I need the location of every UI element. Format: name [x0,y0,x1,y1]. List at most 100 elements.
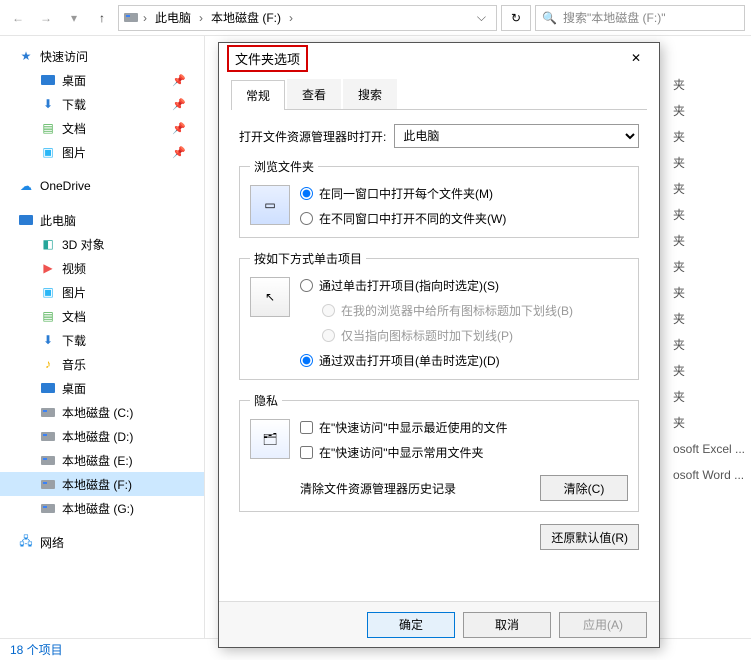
sidebar-item-music[interactable]: ♪音乐 [0,352,204,376]
radio-diff-window[interactable]: 在不同窗口中打开不同的文件夹(W) [300,210,628,227]
sidebar-item-drive-f[interactable]: 本地磁盘 (F:) [0,472,204,496]
drive-icon [40,476,56,492]
list-item[interactable]: 夹 [673,280,745,306]
search-input[interactable]: 🔍 搜索"本地磁盘 (F:)" [535,5,745,31]
clear-history-label: 清除文件资源管理器历史记录 [300,480,456,497]
drive-icon [40,500,56,516]
list-item[interactable]: 夹 [673,332,745,358]
picture-icon: ▣ [40,144,56,160]
clear-button[interactable]: 清除(C) [540,475,628,501]
list-item[interactable]: 夹 [673,202,745,228]
cube-icon: ◧ [40,236,56,252]
document-icon: ▤ [40,120,56,136]
close-button[interactable]: ✕ [621,46,651,70]
music-icon: ♪ [40,356,56,372]
list-item[interactable]: 夹 [673,150,745,176]
nav-up-button[interactable]: ↑ [90,6,114,30]
sidebar-quick-access[interactable]: ★ 快速访问 [0,44,204,68]
sidebar-item-3d[interactable]: ◧3D 对象 [0,232,204,256]
folder-options-dialog: 文件夹选项 ✕ 常规 查看 搜索 打开文件资源管理器时打开: 此电脑 浏览文件夹… [218,42,660,648]
drive-icon [40,452,56,468]
tab-search[interactable]: 搜索 [343,79,397,109]
open-explorer-label: 打开文件资源管理器时打开: [239,128,386,145]
privacy-legend: 隐私 [250,392,282,409]
sidebar-item-drive-g[interactable]: 本地磁盘 (G:) [0,496,204,520]
sidebar-item-desktop2[interactable]: 桌面 [0,376,204,400]
item-count: 18 个项目 [10,641,63,658]
download-icon: ⬇ [40,96,56,112]
nav-forward-button[interactable]: → [34,6,58,30]
cancel-button[interactable]: 取消 [463,612,551,638]
refresh-button[interactable]: ↻ [501,5,531,31]
search-icon: 🔍 [542,11,557,25]
sidebar-item-drive-e[interactable]: 本地磁盘 (E:) [0,448,204,472]
breadcrumb-segment[interactable]: 本地磁盘 (F:) [207,7,285,28]
list-item[interactable]: 夹 [673,228,745,254]
address-bar: ← → ▾ ↑ › 此电脑 › 本地磁盘 (F:) › ⌵ ↻ 🔍 搜索"本地磁… [0,0,751,36]
breadcrumb[interactable]: › 此电脑 › 本地磁盘 (F:) › ⌵ [118,5,497,31]
sidebar-item-downloads2[interactable]: ⬇下载 [0,328,204,352]
check-frequent-folders[interactable]: 在"快速访问"中显示常用文件夹 [300,444,628,461]
list-item[interactable]: 夹 [673,306,745,332]
list-item[interactable]: 夹 [673,98,745,124]
radio-single-click[interactable]: 通过单击打开项目(指向时选定)(S) [300,277,628,294]
sidebar-item-pictures[interactable]: ▣图片📌 [0,140,204,164]
check-recent-files[interactable]: 在"快速访问"中显示最近使用的文件 [300,419,628,436]
list-item[interactable]: 夹 [673,410,745,436]
list-item[interactable]: osoft Excel ... [673,436,745,462]
sidebar-item-drive-d[interactable]: 本地磁盘 (D:) [0,424,204,448]
sidebar-item-documents[interactable]: ▤文档📌 [0,116,204,140]
tab-view[interactable]: 查看 [287,79,341,109]
radio-underline-all: 在我的浏览器中给所有图标标题加下划线(B) [322,302,628,319]
dialog-title: 文件夹选项 [227,45,308,72]
drive-icon [40,404,56,420]
chevron-right-icon: › [287,11,295,25]
pin-icon: 📌 [172,146,186,159]
sidebar-item-documents2[interactable]: ▤文档 [0,304,204,328]
sidebar-item-pictures2[interactable]: ▣图片 [0,280,204,304]
chevron-right-icon: › [141,11,149,25]
list-item[interactable]: 夹 [673,254,745,280]
list-item[interactable]: 夹 [673,72,745,98]
pin-icon: 📌 [172,98,186,111]
list-item[interactable]: 夹 [673,384,745,410]
sidebar-item-drive-c[interactable]: 本地磁盘 (C:) [0,400,204,424]
list-item[interactable]: 夹 [673,124,745,150]
nav-recent-dropdown[interactable]: ▾ [62,6,86,30]
star-icon: ★ [18,48,34,64]
click-group-icon: ↖ [250,277,290,317]
ok-button[interactable]: 确定 [367,612,455,638]
sidebar-network[interactable]: 🖧网络 [0,530,204,554]
sidebar-item-desktop[interactable]: 桌面📌 [0,68,204,92]
list-item[interactable]: 夹 [673,176,745,202]
sidebar-item-downloads[interactable]: ⬇下载📌 [0,92,204,116]
breadcrumb-dropdown[interactable]: ⌵ [471,10,492,25]
list-item[interactable]: 夹 [673,358,745,384]
restore-defaults-button[interactable]: 还原默认值(R) [540,524,639,550]
breadcrumb-segment[interactable]: 此电脑 [151,7,195,28]
browse-folders-group: 浏览文件夹 ▭ 在同一窗口中打开每个文件夹(M) 在不同窗口中打开不同的文件夹(… [239,158,639,238]
download-icon: ⬇ [40,332,56,348]
radio-double-click[interactable]: 通过双击打开项目(单击时选定)(D) [300,352,628,369]
pc-icon [18,212,34,228]
tab-general[interactable]: 常规 [231,80,285,110]
desktop-icon [40,72,56,88]
radio-same-window[interactable]: 在同一窗口中打开每个文件夹(M) [300,185,628,202]
drive-icon [123,10,139,26]
sidebar-item-videos[interactable]: ▶视频 [0,256,204,280]
sidebar-this-pc[interactable]: 此电脑 [0,208,204,232]
list-item[interactable]: osoft Word ... [673,462,745,488]
apply-button[interactable]: 应用(A) [559,612,647,638]
document-icon: ▤ [40,308,56,324]
browse-group-icon: ▭ [250,185,290,225]
video-icon: ▶ [40,260,56,276]
search-placeholder: 搜索"本地磁盘 (F:)" [563,9,666,26]
privacy-group: 隐私 🗂 在"快速访问"中显示最近使用的文件 在"快速访问"中显示常用文件夹 清… [239,392,639,512]
click-legend: 按如下方式单击项目 [250,250,366,267]
open-explorer-select[interactable]: 此电脑 [394,124,639,148]
browse-legend: 浏览文件夹 [250,158,318,175]
dialog-tabs: 常规 查看 搜索 [231,79,647,110]
sidebar-onedrive[interactable]: ☁OneDrive [0,174,204,198]
network-icon: 🖧 [18,534,34,550]
nav-back-button[interactable]: ← [6,6,30,30]
